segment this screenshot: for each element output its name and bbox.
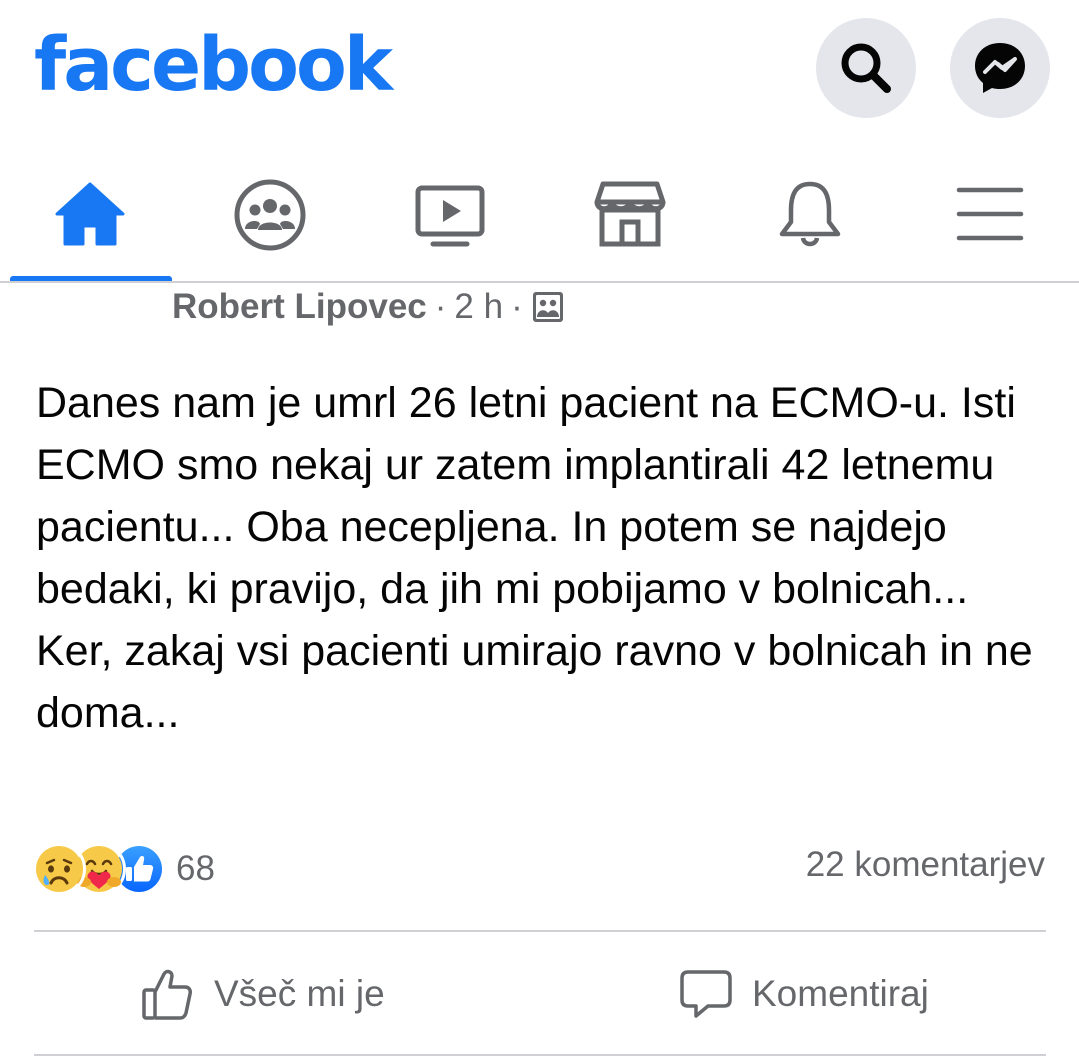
audience-icon (532, 292, 563, 322)
post-text: Danes nam je umrl 26 letni pacient na EC… (36, 379, 1033, 737)
nav-divider (0, 281, 1079, 283)
bottom-divider (34, 1054, 1046, 1056)
tab-home[interactable] (5, 150, 175, 282)
post-author[interactable]: Robert Lipovec (172, 287, 427, 327)
like-button[interactable]: Všeč mi je (140, 962, 385, 1026)
main-nav (0, 150, 1079, 282)
marketplace-icon (594, 181, 666, 247)
comments-count[interactable]: 22 komentarjev (806, 845, 1045, 885)
comment-label: Komentiraj (752, 973, 929, 1014)
facebook-logo[interactable]: facebook (34, 28, 393, 102)
meta-separator: · (434, 287, 447, 326)
post-time[interactable]: 2 h (454, 287, 503, 327)
like-label: Všeč mi je (214, 973, 385, 1014)
thumbs-up-icon (142, 969, 192, 1020)
tab-watch[interactable] (365, 150, 535, 282)
meta-separator: · (511, 287, 523, 326)
comment-button[interactable]: Komentiraj (678, 962, 929, 1026)
reactions-summary[interactable]: 68 (32, 842, 215, 896)
groups-icon (234, 179, 306, 251)
post-divider (34, 930, 1046, 932)
home-icon (55, 182, 125, 246)
reaction-count: 68 (176, 849, 215, 888)
messenger-icon (975, 43, 1025, 93)
tab-menu[interactable] (905, 150, 1075, 282)
search-icon (841, 43, 891, 93)
tab-marketplace[interactable] (545, 150, 715, 282)
comment-icon (680, 970, 732, 1018)
sad-reaction-icon (32, 842, 86, 896)
bell-icon (779, 181, 841, 247)
search-button[interactable] (816, 18, 916, 118)
tab-groups[interactable] (185, 150, 355, 282)
tab-notifications[interactable] (725, 150, 895, 282)
menu-icon (956, 187, 1024, 241)
messenger-button[interactable] (950, 18, 1050, 118)
watch-icon (415, 185, 485, 247)
post-meta: Robert Lipovec · 2 h · (172, 285, 565, 329)
